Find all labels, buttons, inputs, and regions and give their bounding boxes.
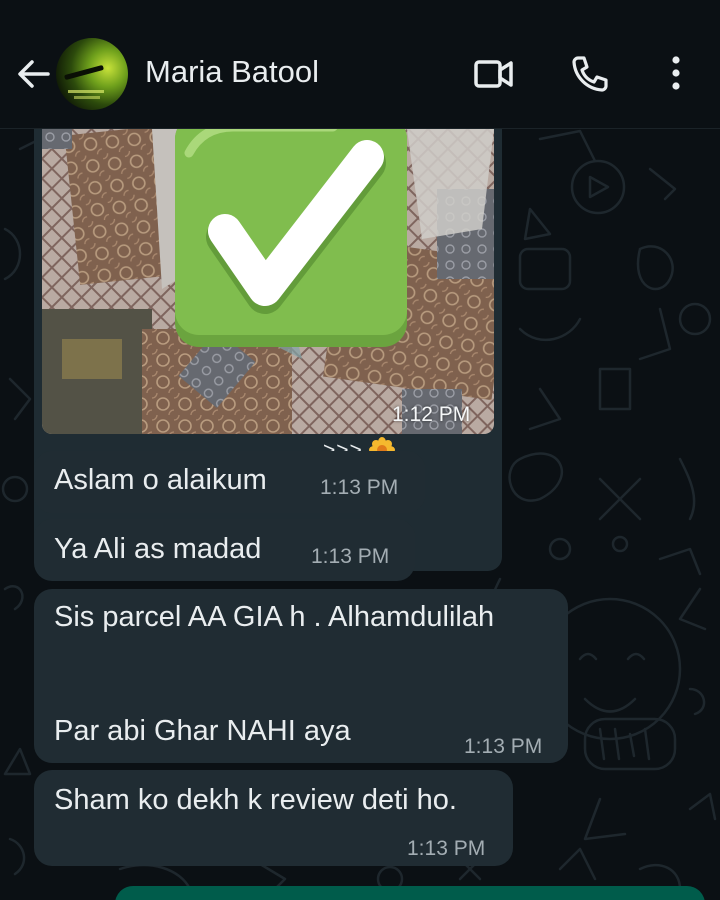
chat-header: Maria Batool [0, 0, 720, 129]
video-call-icon[interactable] [470, 50, 518, 98]
message-text: Ya Ali as madad [54, 533, 262, 565]
back-arrow-icon[interactable] [12, 52, 56, 96]
outgoing-message-bubble[interactable] [115, 886, 705, 900]
message-timestamp: 1:13 PM [320, 476, 399, 499]
message-bubble[interactable]: Aslam o alaikum 1:13 PM [34, 451, 425, 513]
voice-call-icon[interactable] [566, 50, 614, 98]
message-text-line: Sis parcel AA GIA h . Alhamdulilah [54, 601, 495, 633]
message-bubble[interactable]: Ya Ali as madad 1:13 PM [34, 519, 415, 581]
overflow-menu-icon[interactable] [652, 50, 700, 98]
chat-area[interactable]: 1:12 PM >>> Aslam o alaikum 1:13 PM Ya A… [0, 129, 720, 900]
message-text: Sham ko dekh k review deti ho. [54, 784, 457, 816]
image-timestamp: 1:12 PM [392, 403, 471, 426]
message-timestamp: 1:13 PM [311, 545, 390, 568]
message-bubble[interactable]: Sis parcel AA GIA h . Alhamdulilah Par a… [34, 589, 568, 763]
message-text: Aslam o alaikum [54, 464, 267, 496]
message-bubble[interactable]: Sham ko dekh k review deti ho. 1:13 PM [34, 770, 513, 866]
contact-name[interactable]: Maria Batool [145, 54, 319, 90]
contact-avatar[interactable] [56, 38, 128, 110]
check-mark-button-emoji [175, 129, 407, 347]
message-timestamp: 1:13 PM [407, 837, 486, 860]
message-text-line: Par abi Ghar NAHI aya [54, 715, 351, 747]
message-timestamp: 1:13 PM [464, 735, 543, 758]
